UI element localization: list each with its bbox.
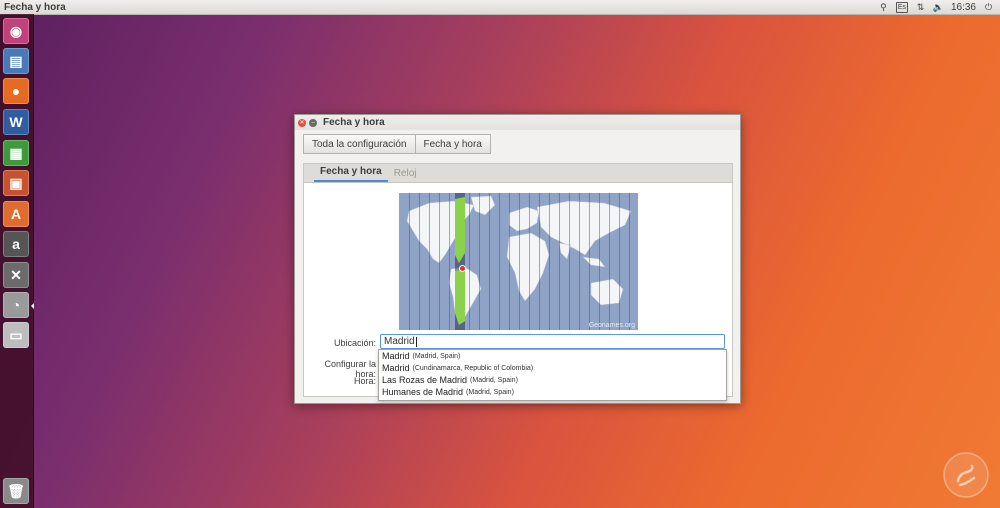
window-title: Fecha y hora [323,117,385,128]
text-caret [415,336,417,347]
suggestion-name: Madrid [382,363,410,373]
suggestion-item[interactable]: Madrid (Madrid, Spain) [379,350,726,362]
location-suggestions: Madrid (Madrid, Spain) Madrid (Cundinamarc… [378,349,727,401]
suggestion-name: Madrid [382,351,410,361]
all-settings-button[interactable]: Toda la configuración [303,134,416,154]
search-icon[interactable]: ⚲ [878,2,889,13]
time-label: Hora: [353,376,376,386]
network-icon[interactable]: ⇅ [915,2,926,13]
timezone-highlight-graphic [455,197,465,325]
calc-icon[interactable]: ▦ [3,140,29,166]
software-center-icon[interactable]: A [3,201,29,227]
location-pin-icon [459,265,466,272]
active-app-indicator [31,303,34,309]
minimize-icon[interactable]: – [309,118,317,127]
drive-icon[interactable]: ▭ [3,322,29,348]
keyboard-layout-indicator[interactable]: Es [895,1,908,13]
suggestion-item[interactable]: Humanes de Madrid (Madrid, Spain) [379,386,726,398]
impress-icon[interactable]: ▣ [3,170,29,196]
suggestion-item[interactable]: Las Rozas de Madrid (Madrid, Spain) [379,374,726,386]
active-window-title: Fecha y hora [4,1,66,13]
suggestion-name: Humanes de Madrid [382,387,464,397]
tab-date-time[interactable]: Fecha y hora [314,166,388,182]
amazon-icon[interactable]: a [3,231,29,257]
close-icon[interactable]: ✕ [298,118,306,127]
top-panel: Fecha y hora ⚲ Es ⇅ 🔈 16:36 ⏻ [0,0,1000,15]
location-input-value: Madrid [384,336,415,347]
session-menu-icon[interactable]: ⏻ [983,2,994,13]
settings-breadcrumb: Toda la configuración Fecha y hora [303,134,491,154]
launcher: ◉ ▤ ● W ▦ ▣ A a ✕ ◔ ▭ 🗑 [0,14,34,508]
trash-icon[interactable]: 🗑 [3,478,29,504]
location-input[interactable]: Madrid [380,334,725,349]
volume-icon[interactable]: 🔈 [933,2,944,13]
timezone-map[interactable]: Geonames.org [399,193,638,330]
settings-icon[interactable]: ✕ [3,262,29,288]
clock-icon[interactable]: ◔ [3,292,29,318]
suggestion-item[interactable]: Madrid (Cundinamarca, Republic of Colombi… [379,362,726,374]
suggestion-name: Las Rozas de Madrid [382,375,468,385]
window-titlebar[interactable]: ✕ – Fecha y hora [295,115,740,130]
indicator-area: ⚲ Es ⇅ 🔈 16:36 ⏻ [878,0,994,14]
suggestion-detail: (Madrid, Spain) [470,376,518,384]
suggestion-detail: (Madrid, Spain) [412,352,461,360]
suggestion-detail: (Madrid, Spain) [466,388,514,396]
map-credit: Geonames.org [588,322,635,329]
files-icon[interactable]: ▤ [3,48,29,74]
ubuntu-dash-icon[interactable]: ◉ [3,18,29,44]
tab-bar: Fecha y hora Reloj [304,164,732,183]
firefox-icon[interactable]: ● [3,78,29,104]
watermark-logo [943,452,989,498]
current-panel-button[interactable]: Fecha y hora [415,134,491,154]
tab-clock[interactable]: Reloj [388,168,423,182]
location-label: Ubicación: [333,338,376,348]
clock-indicator[interactable]: 16:36 [951,2,976,13]
writer-icon[interactable]: W [3,109,29,135]
suggestion-detail: (Cundinamarca, Republic of Colombia) [412,364,534,372]
